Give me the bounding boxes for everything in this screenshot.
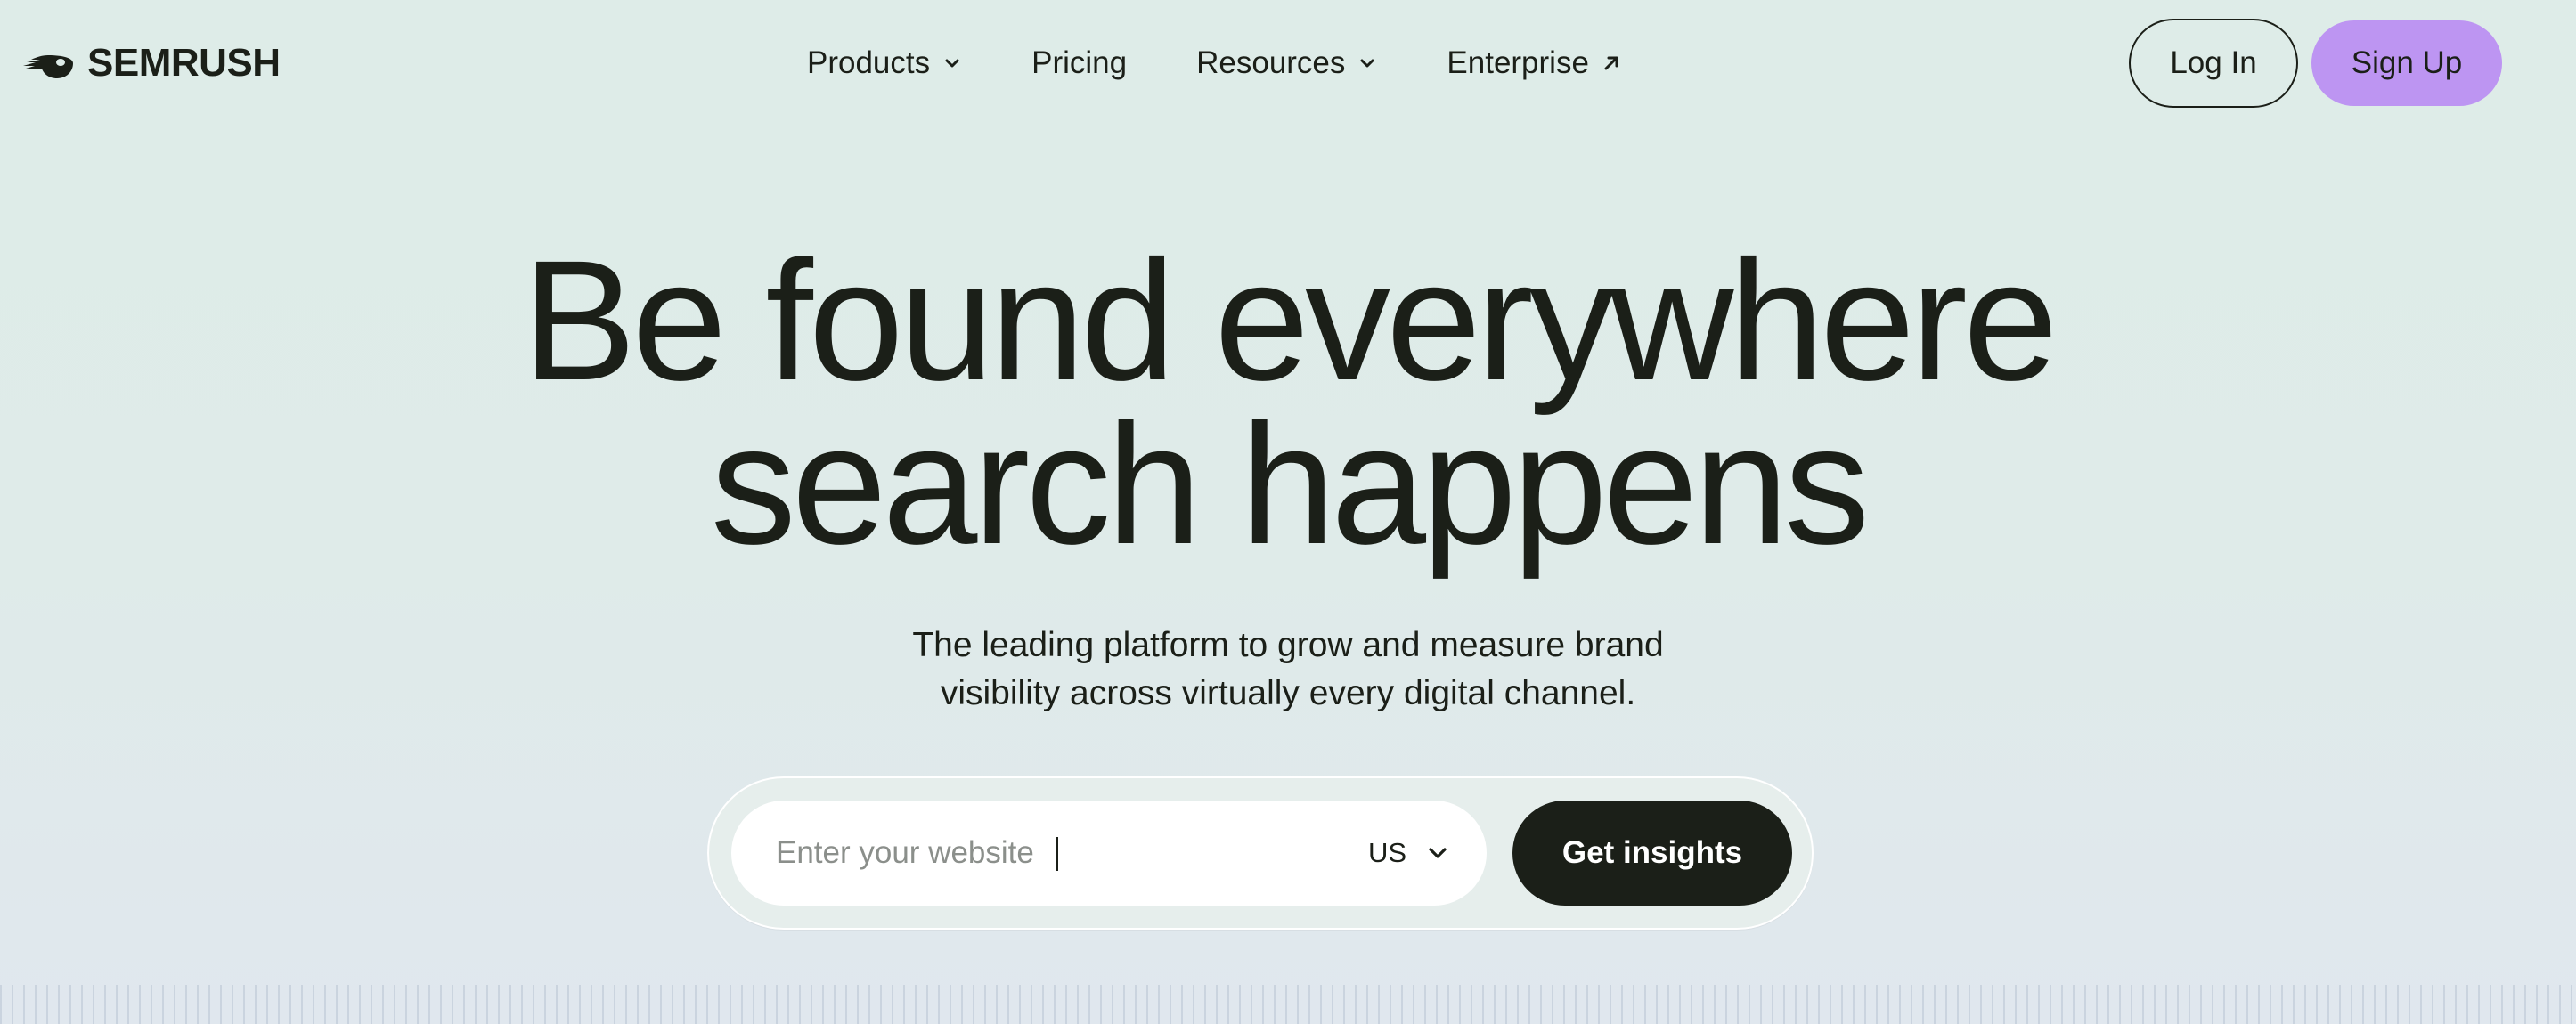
nav-products-label: Products [807,45,931,80]
chevron-down-icon [1360,59,1374,68]
logo-wordmark: SEMRUSH [87,41,281,85]
chevron-down-icon [1429,848,1447,858]
nav-enterprise-label: Enterprise [1447,45,1589,80]
signup-button[interactable]: Sign Up [2311,20,2502,106]
hero-title-line-1: Be found everywhere [522,224,2058,416]
nav-enterprise[interactable]: Enterprise [1447,45,1621,81]
hero-subtitle-line-1: The leading platform to grow and measure… [912,626,1664,664]
hero-subtitle: The leading platform to grow and measure… [754,622,1822,718]
nav-resources-label: Resources [1196,45,1346,80]
hero-title: Be found everywhere search happens [0,224,2576,580]
nav-resources[interactable]: Resources [1196,45,1377,81]
semrush-logo[interactable]: SEMRUSH [21,41,281,85]
chevron-down-icon [945,59,959,68]
get-insights-button[interactable]: Get insights [1512,801,1792,906]
nav-products[interactable]: Products [807,45,962,81]
semrush-fireball-icon [23,55,73,78]
nav-pricing-label: Pricing [1031,45,1128,80]
arrow-up-right-icon [1604,56,1618,70]
login-button[interactable]: Log In [2129,19,2298,108]
hero-title-line-2: search happens [710,388,1870,580]
country-select[interactable]: US [1368,825,1449,881]
hero-subtitle-line-2: visibility across virtually every digita… [940,674,1636,712]
country-select-value: US [1368,837,1407,868]
website-input[interactable] [776,822,1275,884]
website-search-bar: US Get insights [707,776,1814,930]
site-header: SEMRUSH Products Pricing Resources Enter… [0,0,2576,125]
decorative-tick-strip [0,985,2576,1024]
text-cursor [1056,837,1058,871]
nav-pricing[interactable]: Pricing [1031,45,1127,81]
main-nav: Products Pricing Resources Enterprise [807,36,1621,91]
search-field-container: US [731,801,1487,906]
